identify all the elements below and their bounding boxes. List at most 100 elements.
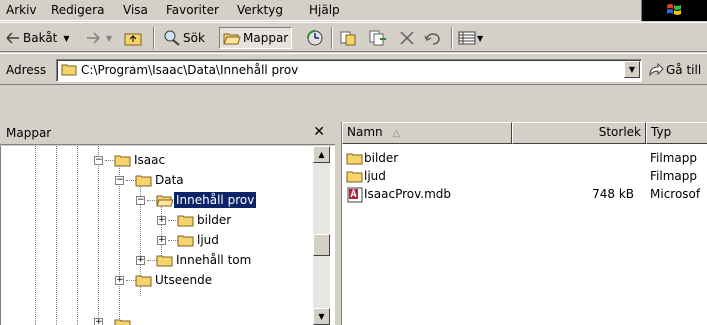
- folder-icon: [135, 175, 152, 187]
- menu-bar: Arkiv Redigera Visa Favoriter Verktyg Hj…: [0, 0, 707, 21]
- file-name: bilder: [364, 151, 399, 165]
- sort-ascending-icon: △: [392, 128, 401, 139]
- address-field[interactable]: C:\Program\Isaac\Data\Innehåll prov ▼: [56, 59, 642, 82]
- address-bar: Adress C:\Program\Isaac\Data\Innehåll pr…: [0, 53, 707, 85]
- folder-icon: [135, 275, 152, 287]
- file-name: IsaacProv.mdb: [364, 187, 452, 201]
- column-header-namn[interactable]: Namn △: [342, 122, 512, 144]
- tree-node-label: ljud: [197, 233, 219, 247]
- go-button[interactable]: Gå till: [648, 60, 701, 80]
- tree-node-bilder[interactable]: bilder: [177, 211, 233, 229]
- menu-hjalp[interactable]: Hjälp: [309, 3, 340, 17]
- tree-node-label: Innehåll tom: [176, 253, 252, 267]
- back-button[interactable]: Bakåt ▼: [6, 27, 70, 49]
- search-label: Sök: [183, 31, 205, 45]
- tree-node-label: Utseende: [155, 273, 213, 287]
- folder-icon: [114, 155, 131, 167]
- file-list: Namn △ Storlek Typ bilder Filmapp ljud F…: [341, 122, 707, 325]
- tree-expand-toggle[interactable]: +: [157, 216, 166, 225]
- windows-flag-icon: [667, 4, 681, 15]
- tree-expand-toggle[interactable]: +: [94, 318, 103, 325]
- views-dropdown-icon[interactable]: ▼: [477, 34, 483, 43]
- scroll-up-icon[interactable]: ▲: [313, 146, 330, 163]
- folders-button[interactable]: Mappar: [219, 27, 293, 49]
- go-arrow-icon: [649, 63, 664, 77]
- open-folder-icon: [156, 195, 174, 207]
- forward-dropdown-icon[interactable]: ▼: [106, 34, 112, 43]
- tree-node-label: Innehåll prov: [172, 191, 258, 209]
- list-item[interactable]: ljud Filmapp: [342, 168, 707, 186]
- folder-icon: [61, 64, 77, 76]
- tree-collapse-toggle[interactable]: −: [136, 196, 145, 205]
- menu-visa[interactable]: Visa: [123, 3, 148, 17]
- up-folder-icon: [124, 33, 142, 46]
- forward-arrow-icon: [87, 32, 100, 44]
- folder-icon: [177, 235, 194, 247]
- file-size: 748 kB: [592, 187, 634, 201]
- access-db-icon: [347, 187, 363, 203]
- undo-button[interactable]: [424, 27, 442, 49]
- toolbar: Bakåt ▼ ▼ Sök Mappar ▼: [0, 22, 707, 52]
- address-dropdown-icon[interactable]: ▼: [624, 61, 640, 78]
- windows-logo: [641, 0, 707, 21]
- views-button[interactable]: ▼: [458, 27, 483, 49]
- file-type: Microsof: [650, 187, 701, 201]
- search-button[interactable]: Sök: [163, 27, 205, 49]
- search-icon: [164, 30, 180, 46]
- menu-arkiv[interactable]: Arkiv: [6, 3, 37, 17]
- back-dropdown-icon[interactable]: ▼: [63, 34, 69, 43]
- scroll-thumb[interactable]: [313, 234, 330, 256]
- go-label: Gå till: [666, 63, 702, 77]
- folder-pane-title: Mappar: [6, 126, 52, 140]
- delete-button[interactable]: [399, 27, 415, 49]
- menu-favoriter[interactable]: Favoriter: [166, 3, 219, 17]
- tree-expand-toggle[interactable]: +: [115, 276, 124, 285]
- copy-to-button[interactable]: [369, 27, 387, 49]
- list-item[interactable]: bilder Filmapp: [342, 150, 707, 168]
- folder-icon: [177, 215, 194, 227]
- history-icon: [307, 30, 323, 46]
- undo-icon: [424, 33, 440, 45]
- delete-icon: [400, 31, 414, 45]
- file-name: ljud: [364, 169, 386, 183]
- tree-collapse-toggle[interactable]: −: [94, 156, 103, 165]
- folder-pane-header: Mappar ✕: [0, 122, 335, 145]
- forward-button[interactable]: ▼: [86, 27, 112, 49]
- column-header-storlek[interactable]: Storlek: [512, 122, 646, 144]
- move-to-button[interactable]: [339, 27, 357, 49]
- tree-node-ljud[interactable]: ljud: [177, 231, 221, 249]
- tree-node-label: Data: [155, 173, 184, 187]
- tree-node-utseende[interactable]: Utseende: [135, 271, 214, 289]
- tree-expand-toggle[interactable]: +: [136, 256, 145, 265]
- list-item[interactable]: IsaacProv.mdb 748 kB Microsof: [342, 186, 707, 204]
- tree-node-innehall-tom[interactable]: Innehåll tom: [156, 251, 253, 269]
- address-value[interactable]: C:\Program\Isaac\Data\Innehåll prov: [81, 63, 298, 77]
- tree-node-label: bilder: [197, 213, 232, 227]
- back-arrow-icon: [6, 32, 19, 44]
- close-icon[interactable]: ✕: [313, 124, 325, 140]
- column-header-label: Storlek: [598, 125, 641, 139]
- back-label: Bakåt: [23, 31, 58, 45]
- tree-node-data[interactable]: Data: [135, 171, 186, 189]
- tree-scrollbar[interactable]: ▲ ▼: [313, 146, 330, 325]
- copy-to-icon: [369, 30, 386, 46]
- folders-icon: [223, 33, 241, 45]
- tree-node-innehall-prov[interactable]: Innehåll prov: [156, 191, 258, 209]
- history-button[interactable]: [306, 27, 324, 49]
- column-header-typ[interactable]: Typ: [646, 122, 707, 144]
- folder-icon: [346, 171, 363, 183]
- scroll-down-icon[interactable]: ▼: [313, 308, 330, 325]
- tree-collapse-toggle[interactable]: −: [115, 176, 124, 185]
- tree-node-isaac[interactable]: Isaac: [114, 151, 167, 169]
- file-type: Filmapp: [650, 151, 697, 165]
- column-header-label: Namn: [347, 125, 383, 139]
- column-header-label: Typ: [651, 125, 672, 139]
- menu-verktyg[interactable]: Verktyg: [237, 3, 283, 17]
- views-icon: [458, 31, 476, 45]
- tree-expand-toggle[interactable]: +: [157, 236, 166, 245]
- up-folder-button[interactable]: [124, 27, 142, 49]
- move-to-icon: [340, 31, 356, 46]
- file-type: Filmapp: [650, 169, 697, 183]
- folder-icon: [114, 319, 131, 325]
- menu-redigera[interactable]: Redigera: [51, 3, 104, 17]
